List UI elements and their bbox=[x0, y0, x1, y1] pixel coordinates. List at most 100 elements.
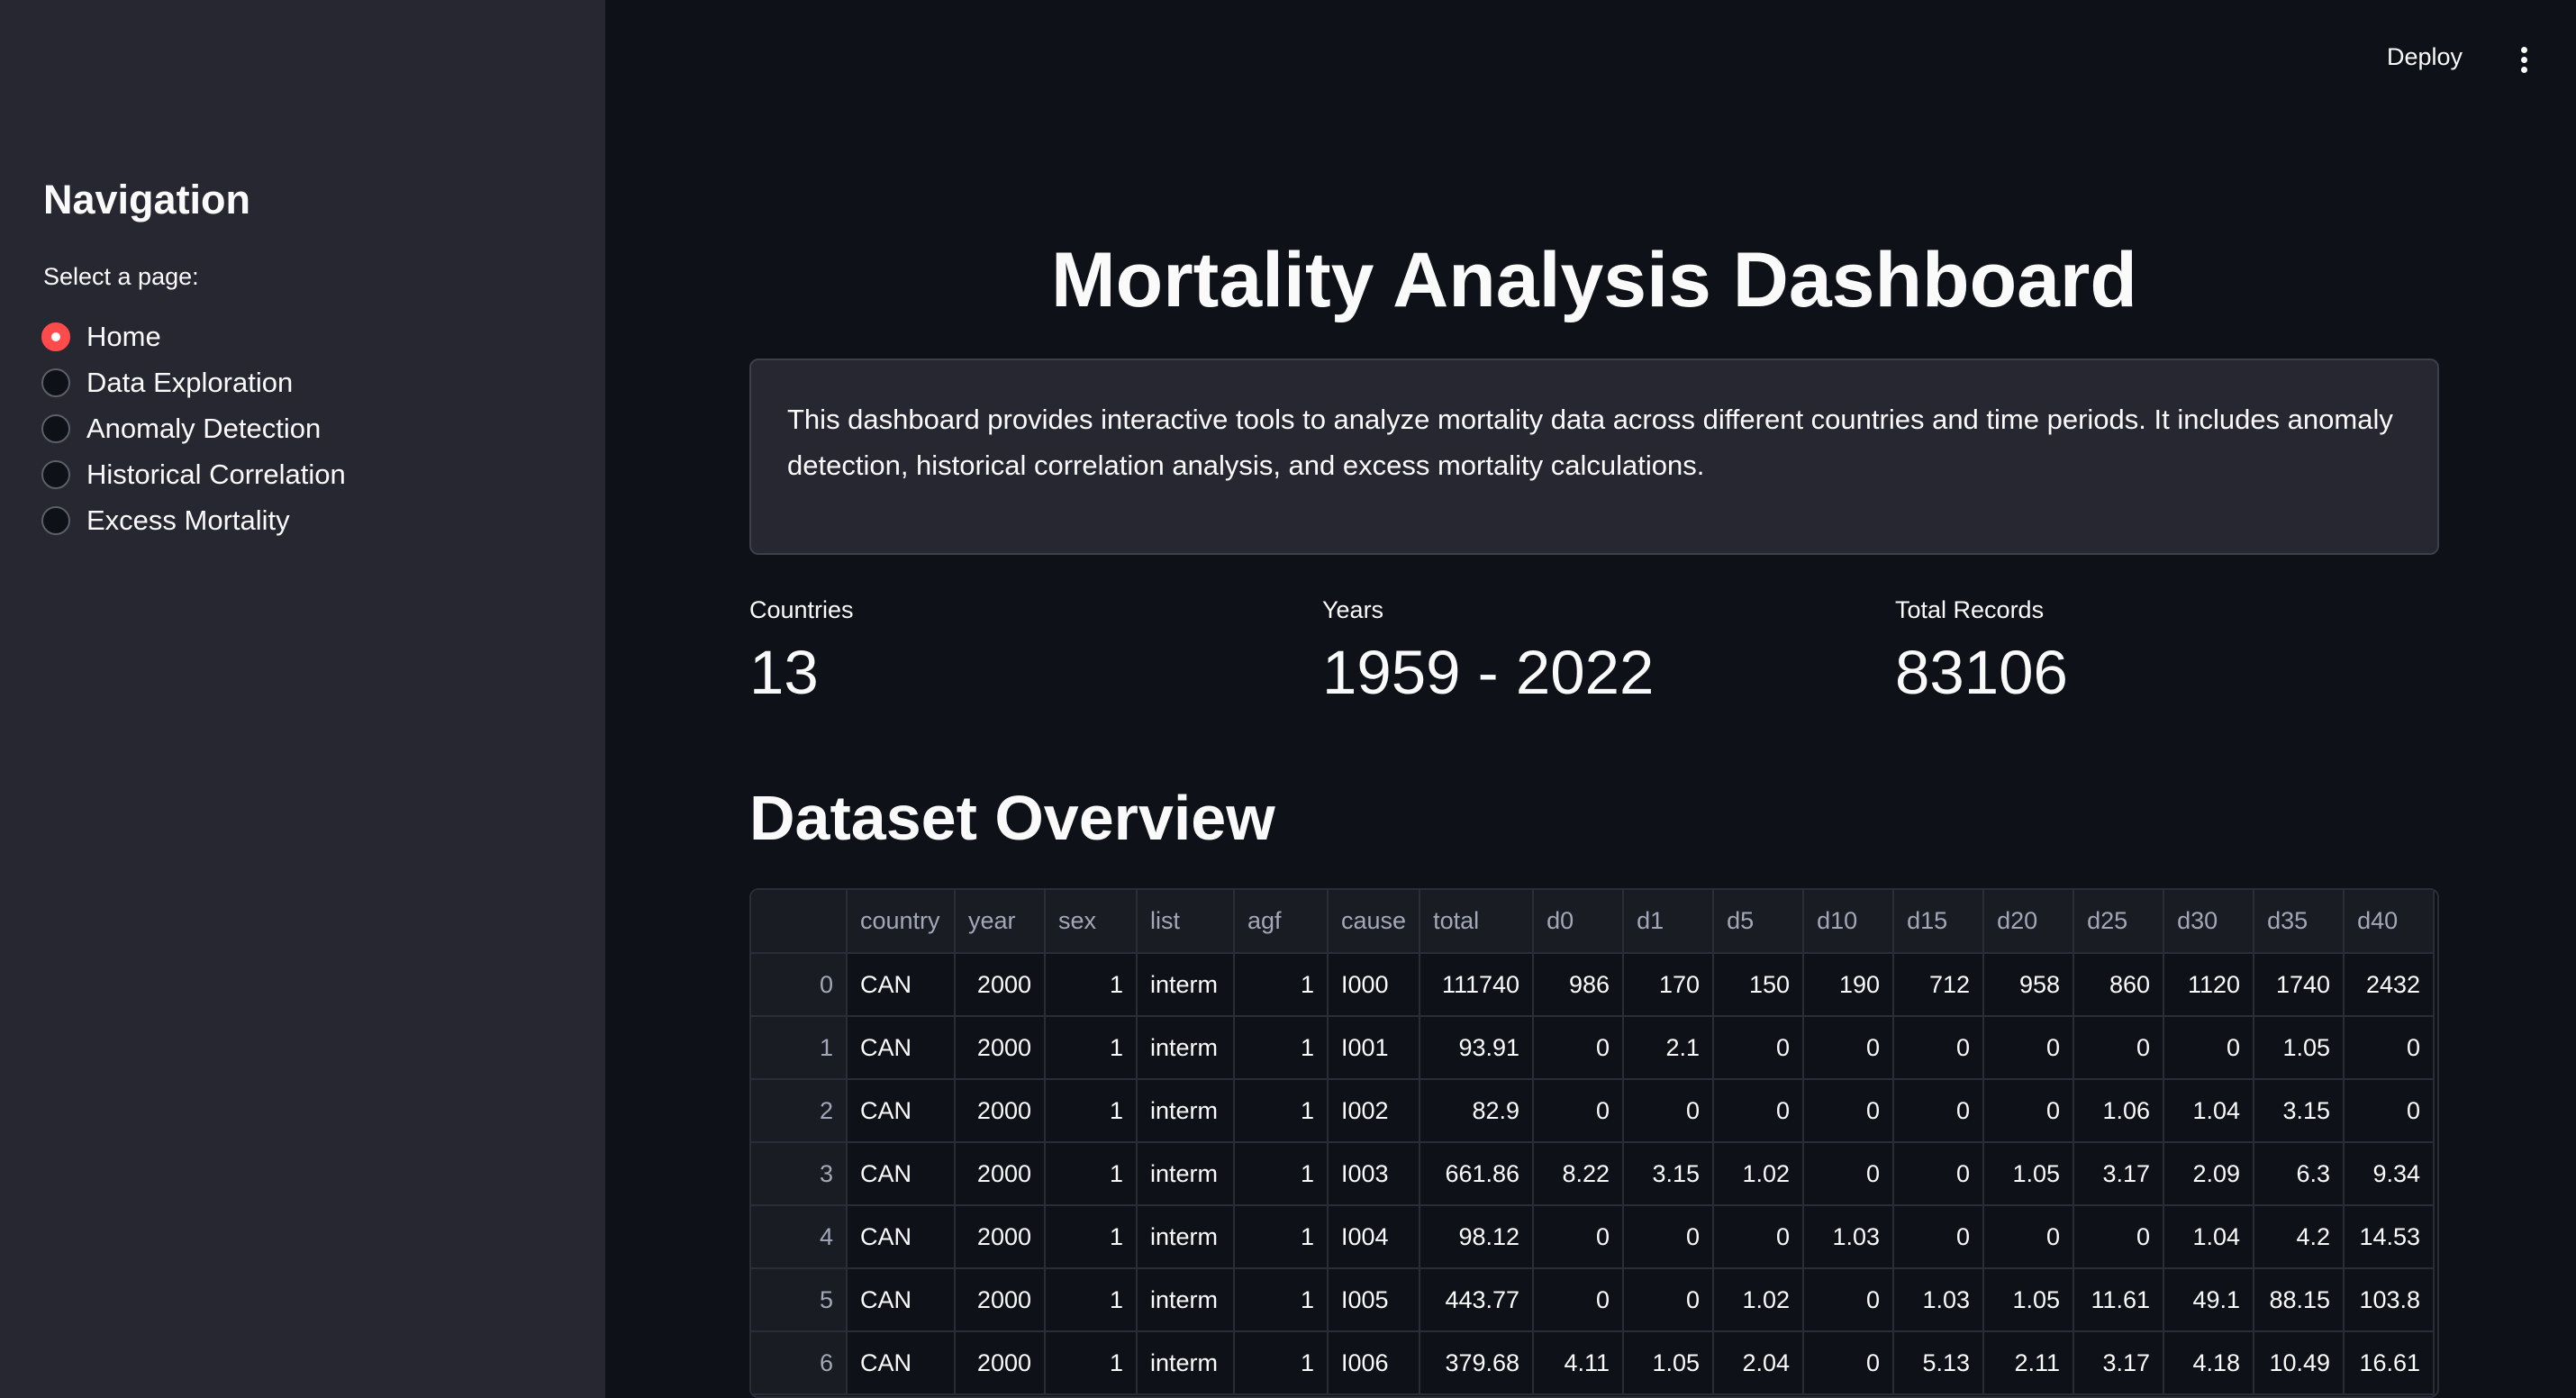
column-header-year[interactable]: year bbox=[955, 890, 1046, 954]
table-cell[interactable]: 661.86 bbox=[1420, 1142, 1535, 1206]
table-cell[interactable]: 0 bbox=[1533, 1205, 1625, 1269]
radio-option-home[interactable]: Home bbox=[41, 313, 346, 359]
table-cell[interactable]: 150 bbox=[1713, 953, 1805, 1017]
table-cell[interactable]: I006 bbox=[1328, 1331, 1421, 1395]
table-cell[interactable]: 1.04 bbox=[2163, 1079, 2255, 1143]
table-cell[interactable]: 1 bbox=[1234, 1268, 1329, 1332]
table-cell[interactable]: 2432 bbox=[2344, 953, 2435, 1017]
table-cell[interactable]: 4.2 bbox=[2254, 1205, 2345, 1269]
table-cell[interactable]: 9.34 bbox=[2344, 1142, 2435, 1206]
table-cell[interactable]: 3.15 bbox=[1623, 1142, 1715, 1206]
table-cell[interactable]: interm bbox=[1137, 1079, 1235, 1143]
table-cell[interactable]: 1 bbox=[1234, 953, 1329, 1017]
radio-button[interactable] bbox=[41, 368, 70, 397]
table-cell[interactable]: 1 bbox=[1045, 1016, 1138, 1080]
table-cell[interactable]: 2000 bbox=[955, 1205, 1046, 1269]
deploy-button[interactable]: Deploy bbox=[2387, 43, 2463, 71]
table-cell[interactable]: CAN bbox=[847, 1205, 956, 1269]
table-cell[interactable]: 3.17 bbox=[2073, 1331, 2165, 1395]
table-cell[interactable]: 1.03 bbox=[1893, 1268, 1985, 1332]
table-cell[interactable]: 0 bbox=[1803, 1142, 1895, 1206]
table-cell[interactable]: 0 bbox=[1803, 1268, 1895, 1332]
row-index-cell[interactable]: 5 bbox=[751, 1268, 848, 1332]
table-cell[interactable]: interm bbox=[1137, 1205, 1235, 1269]
table-cell[interactable]: 1 bbox=[1045, 1268, 1138, 1332]
table-cell[interactable]: I004 bbox=[1328, 1205, 1421, 1269]
table-cell[interactable]: 0 bbox=[1623, 1205, 1715, 1269]
table-cell[interactable]: 1 bbox=[1045, 1331, 1138, 1395]
table-cell[interactable]: 0 bbox=[1803, 1079, 1895, 1143]
column-header-d35[interactable]: d35 bbox=[2254, 890, 2345, 954]
radio-option-historical-correlation[interactable]: Historical Correlation bbox=[41, 451, 346, 497]
table-cell[interactable]: 2000 bbox=[955, 1331, 1046, 1395]
table-row[interactable]: 4 CAN 2000 1 interm 1 I004 98.12 0 0 0 1.03 0 0 0 1.04 4… bbox=[751, 1205, 2435, 1269]
table-cell[interactable]: 2000 bbox=[955, 1079, 1046, 1143]
table-cell[interactable]: 2.11 bbox=[1983, 1331, 2075, 1395]
table-cell[interactable]: 5.13 bbox=[1893, 1331, 1985, 1395]
table-row[interactable]: 1 CAN 2000 1 interm 1 I001 93.91 0 2.1 0 0 0 0 0 0 1.05 0 bbox=[751, 1016, 2435, 1080]
table-cell[interactable]: 6.3 bbox=[2254, 1142, 2345, 1206]
table-cell[interactable]: 2.1 bbox=[1623, 1016, 1715, 1080]
table-cell[interactable]: 0 bbox=[1893, 1016, 1985, 1080]
table-cell[interactable]: 0 bbox=[1623, 1079, 1715, 1143]
column-header-d10[interactable]: d10 bbox=[1803, 890, 1895, 954]
table-cell[interactable]: CAN bbox=[847, 1142, 956, 1206]
table-cell[interactable]: interm bbox=[1137, 1016, 1235, 1080]
table-row[interactable]: 2 CAN 2000 1 interm 1 I002 82.9 0 0 0 0 0 0 1.06 1.04 3.… bbox=[751, 1079, 2435, 1143]
table-cell[interactable]: 0 bbox=[1983, 1205, 2075, 1269]
table-cell[interactable]: 443.77 bbox=[1420, 1268, 1535, 1332]
table-cell[interactable]: 0 bbox=[2344, 1016, 2435, 1080]
table-row[interactable]: 6 CAN 2000 1 interm 1 I006 379.68 4.11 1.05 2.04 0 5… bbox=[751, 1331, 2435, 1395]
table-cell[interactable]: 0 bbox=[1803, 1331, 1895, 1395]
table-cell[interactable]: 0 bbox=[1713, 1016, 1805, 1080]
table-cell[interactable]: CAN bbox=[847, 1331, 956, 1395]
table-cell[interactable]: 1 bbox=[1234, 1079, 1329, 1143]
column-header-sex[interactable]: sex bbox=[1045, 890, 1138, 954]
table-cell[interactable]: 0 bbox=[1803, 1016, 1895, 1080]
table-cell[interactable]: 0 bbox=[1983, 1016, 2075, 1080]
table-cell[interactable]: 103.8 bbox=[2344, 1268, 2435, 1332]
table-cell[interactable]: 1 bbox=[1234, 1331, 1329, 1395]
column-header-cause[interactable]: cause bbox=[1328, 890, 1421, 954]
radio-option-data-exploration[interactable]: Data Exploration bbox=[41, 359, 346, 405]
table-cell[interactable]: 2.04 bbox=[1713, 1331, 1805, 1395]
column-header-d30[interactable]: d30 bbox=[2163, 890, 2255, 954]
table-cell[interactable]: 111740 bbox=[1420, 953, 1535, 1017]
column-header-country[interactable]: country bbox=[847, 890, 956, 954]
radio-button[interactable] bbox=[41, 459, 70, 489]
table-cell[interactable]: 0 bbox=[1533, 1016, 1625, 1080]
table-cell[interactable]: 98.12 bbox=[1420, 1205, 1535, 1269]
table-cell[interactable]: interm bbox=[1137, 1331, 1235, 1395]
table-cell[interactable]: CAN bbox=[847, 1016, 956, 1080]
table-cell[interactable]: 0 bbox=[2344, 1079, 2435, 1143]
radio-button[interactable] bbox=[41, 505, 70, 535]
table-cell[interactable]: 2.09 bbox=[2163, 1142, 2255, 1206]
index-header-cell[interactable] bbox=[751, 890, 848, 954]
table-cell[interactable]: 0 bbox=[2163, 1016, 2255, 1080]
table-cell[interactable]: 0 bbox=[1533, 1268, 1625, 1332]
table-cell[interactable]: 0 bbox=[1983, 1079, 2075, 1143]
column-header-d25[interactable]: d25 bbox=[2073, 890, 2165, 954]
radio-button[interactable] bbox=[41, 322, 70, 351]
table-cell[interactable]: 8.22 bbox=[1533, 1142, 1625, 1206]
column-header-d15[interactable]: d15 bbox=[1893, 890, 1985, 954]
table-cell[interactable]: 1120 bbox=[2163, 953, 2255, 1017]
table-cell[interactable]: 1.02 bbox=[1713, 1142, 1805, 1206]
table-cell[interactable]: 0 bbox=[1533, 1079, 1625, 1143]
table-cell[interactable]: 2000 bbox=[955, 1142, 1046, 1206]
table-cell[interactable]: 4.11 bbox=[1533, 1331, 1625, 1395]
table-cell[interactable]: 0 bbox=[2073, 1016, 2165, 1080]
table-cell[interactable]: 0 bbox=[1893, 1142, 1985, 1206]
table-row[interactable]: 3 CAN 2000 1 interm 1 I003 661.86 8.22 3.15 1.02 0 0… bbox=[751, 1142, 2435, 1206]
table-cell[interactable]: interm bbox=[1137, 953, 1235, 1017]
table-cell[interactable]: 190 bbox=[1803, 953, 1895, 1017]
table-cell[interactable]: interm bbox=[1137, 1142, 1235, 1206]
table-cell[interactable]: I002 bbox=[1328, 1079, 1421, 1143]
row-index-cell[interactable]: 6 bbox=[751, 1331, 848, 1395]
table-cell[interactable]: 88.15 bbox=[2254, 1268, 2345, 1332]
row-index-cell[interactable]: 3 bbox=[751, 1142, 848, 1206]
radio-option-anomaly-detection[interactable]: Anomaly Detection bbox=[41, 405, 346, 451]
table-cell[interactable]: 4.18 bbox=[2163, 1331, 2255, 1395]
table-cell[interactable]: 0 bbox=[1893, 1205, 1985, 1269]
table-cell[interactable]: 986 bbox=[1533, 953, 1625, 1017]
